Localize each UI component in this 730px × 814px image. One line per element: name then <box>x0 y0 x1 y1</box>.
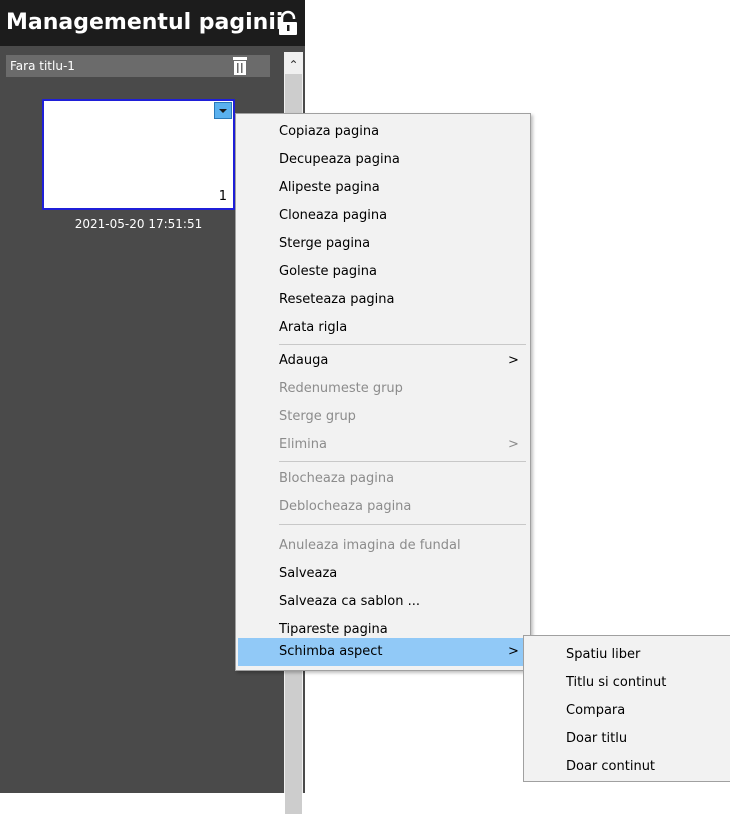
menu-item-reset-page[interactable]: Reseteaza pagina <box>236 286 530 314</box>
lock-icon[interactable] <box>276 10 300 36</box>
menu-item-clone-page[interactable]: Cloneaza pagina <box>236 202 530 230</box>
submenu-item-compare[interactable]: Compara <box>524 697 730 725</box>
menu-item-remove[interactable]: Elimina > <box>236 431 530 459</box>
menu-item-save-as-template[interactable]: Salveaza ca sablon ... <box>236 588 530 616</box>
menu-separator <box>279 524 526 525</box>
menu-item-unlock-page[interactable]: Deblocheaza pagina <box>236 493 530 521</box>
menu-item-lock-page[interactable]: Blocheaza pagina <box>236 465 530 493</box>
group-name: Fara titlu-1 <box>10 59 75 73</box>
submenu-item-title-content[interactable]: Titlu si continut <box>524 669 730 697</box>
menu-item-copy-page[interactable]: Copiaza pagina <box>236 118 530 146</box>
submenu-item-blank[interactable]: Spatiu liber <box>524 641 730 669</box>
menu-item-cancel-background[interactable]: Anuleaza imagina de fundal <box>236 532 530 560</box>
menu-item-paste-page[interactable]: Alipeste pagina <box>236 174 530 202</box>
page-menu-button[interactable] <box>214 102 232 119</box>
submenu-item-content-only[interactable]: Doar continut <box>524 753 730 781</box>
submenu-arrow-icon: > <box>508 353 519 368</box>
menu-item-save[interactable]: Salveaza <box>236 560 530 588</box>
panel-title: Managementul paginii <box>0 0 305 46</box>
scroll-up-arrow-icon[interactable]: ⌃ <box>284 54 303 73</box>
menu-item-delete-page[interactable]: Sterge pagina <box>236 230 530 258</box>
menu-item-delete-group[interactable]: Sterge grup <box>236 403 530 431</box>
menu-item-add[interactable]: Adauga > <box>236 347 530 375</box>
submenu-arrow-icon: > <box>508 437 519 452</box>
menu-item-clear-page[interactable]: Goleste pagina <box>236 258 530 286</box>
trash-icon[interactable] <box>228 55 252 77</box>
dropdown-arrow-icon <box>219 109 227 113</box>
context-menu: Copiaza pagina Decupeaza pagina Alipeste… <box>235 113 531 671</box>
menu-separator <box>279 461 526 462</box>
menu-item-show-ruler[interactable]: Arata rigla <box>236 314 530 342</box>
page-thumbnail[interactable]: 1 <box>42 99 235 210</box>
page-timestamp: 2021-05-20 17:51:51 <box>74 217 203 231</box>
menu-item-change-layout[interactable]: Schimba aspect > <box>238 638 528 666</box>
menu-item-cut-page[interactable]: Decupeaza pagina <box>236 146 530 174</box>
layout-submenu: Spatiu liber Titlu si continut Compara D… <box>523 635 730 782</box>
panel-title-text: Managementul paginii <box>6 10 284 35</box>
page-number: 1 <box>218 189 227 204</box>
submenu-item-title-only[interactable]: Doar titlu <box>524 725 730 753</box>
menu-item-rename-group[interactable]: Redenumeste grup <box>236 375 530 403</box>
menu-separator <box>279 344 526 345</box>
submenu-arrow-icon: > <box>508 644 519 659</box>
